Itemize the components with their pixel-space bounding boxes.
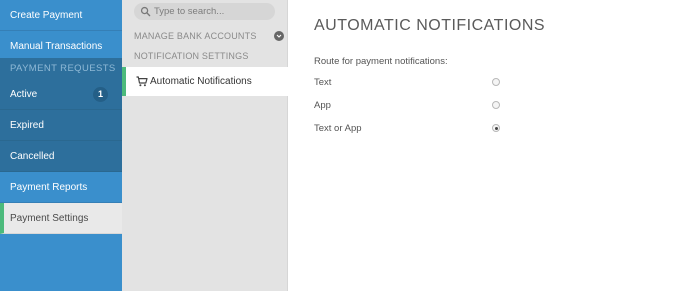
sidebar-item-create-payment-request[interactable]: Create Payment Request [0, 0, 122, 52]
notification-settings-link[interactable]: NOTIFICATION SETTINGS [122, 48, 288, 65]
page-title: AUTOMATIC NOTIFICATIONS [314, 17, 546, 34]
notification-settings-label: NOTIFICATION SETTINGS [134, 51, 249, 61]
sidebar-item-label: Payment Settings [10, 213, 89, 224]
sidebar-section-label: PAYMENT REQUESTS [10, 63, 116, 74]
option-text-or-app-radio[interactable] [492, 124, 500, 132]
manage-bank-accounts-label: MANAGE BANK ACCOUNTS [134, 31, 257, 41]
automatic-notifications-label: Automatic Notifications [150, 76, 252, 87]
sidebar-item-label: Manual Transactions [10, 41, 103, 52]
sidebar-item-label: Cancelled [10, 151, 55, 162]
route-label: Route for payment notifications: [314, 56, 448, 67]
sidebar-item-expired[interactable]: Expired [0, 110, 122, 141]
sidebar-item-label: Payment Reports [10, 182, 88, 193]
automatic-notifications-item[interactable]: Automatic Notifications [122, 67, 288, 96]
sidebar-item-label: Active [10, 89, 38, 100]
option-text-or-app-label: Text or App [314, 123, 362, 134]
manage-bank-accounts-link[interactable]: MANAGE BANK ACCOUNTS [122, 28, 288, 45]
search-input[interactable]: Type to search... [134, 3, 275, 20]
settings-nav: Type to search... MANAGE BANK ACCOUNTS N… [122, 0, 288, 291]
sidebar-item-active[interactable]: Active 1 [0, 79, 122, 110]
search-icon [140, 6, 151, 17]
main-panel: AUTOMATIC NOTIFICATIONS Route for paymen… [288, 0, 700, 291]
sidebar: Create Payment Request Manual Transactio… [0, 0, 122, 291]
sidebar-item-label: Expired [10, 120, 44, 131]
option-text-radio[interactable] [492, 78, 500, 86]
chevron-down-icon[interactable] [274, 31, 284, 41]
sidebar-item-cancelled[interactable]: Cancelled [0, 141, 122, 172]
sidebar-item-payment-settings[interactable]: Payment Settings [0, 203, 122, 234]
sidebar-item-payment-reports[interactable]: Payment Reports [0, 172, 122, 203]
option-app-label: App [314, 100, 331, 111]
cart-icon [136, 76, 148, 87]
active-count-badge: 1 [93, 87, 108, 102]
sidebar-section-payment-requests: PAYMENT REQUESTS [0, 58, 122, 79]
option-text-label: Text [314, 77, 332, 88]
search-placeholder: Type to search... [154, 6, 225, 17]
option-app-radio[interactable] [492, 101, 500, 109]
